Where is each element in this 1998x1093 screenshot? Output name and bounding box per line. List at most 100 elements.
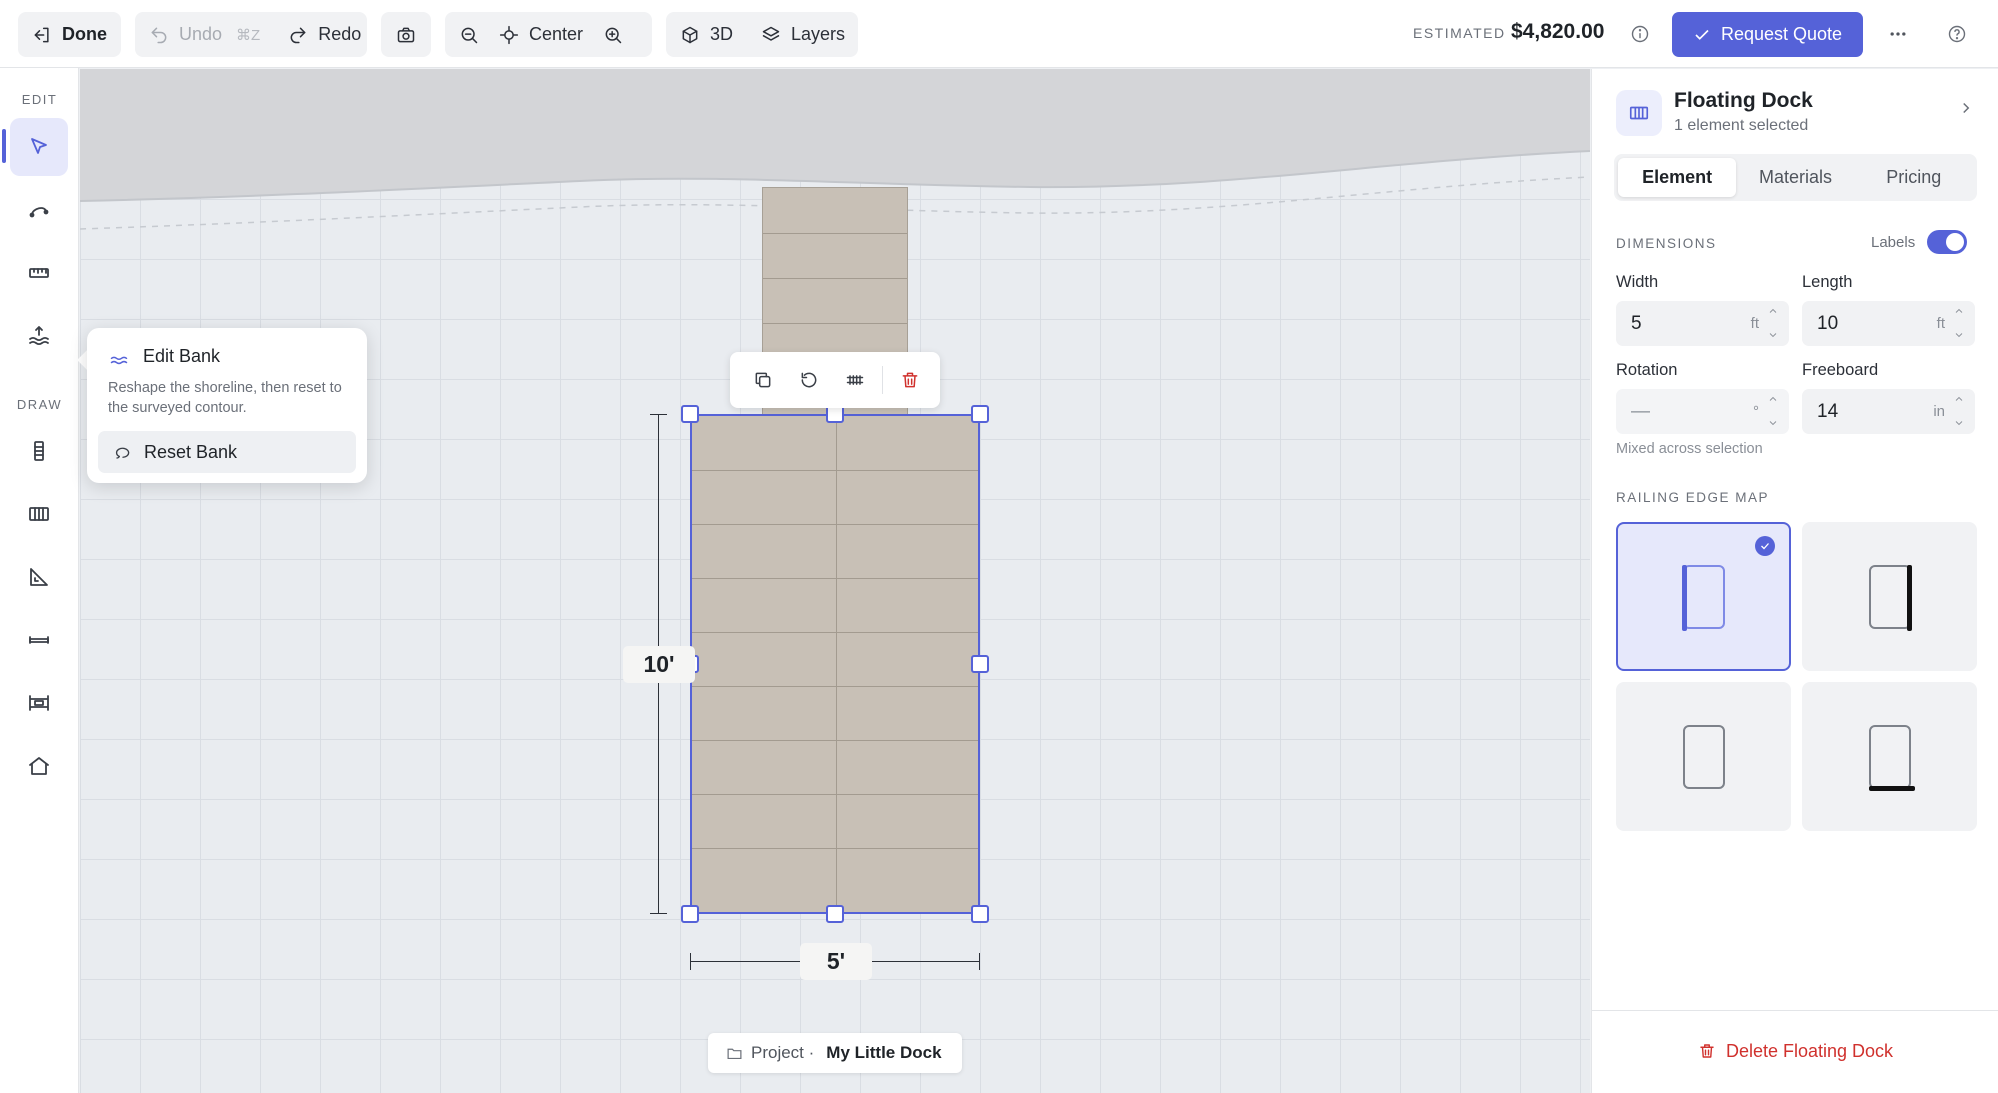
draw-dock-button[interactable] bbox=[10, 485, 68, 543]
delete-element-button[interactable] bbox=[889, 360, 931, 400]
railing-option-none[interactable] bbox=[1616, 682, 1791, 831]
chevron-up-icon[interactable] bbox=[1953, 393, 1965, 405]
undo-button[interactable]: Undo ⌘Z bbox=[135, 12, 274, 57]
delete-floating-dock-button[interactable]: Delete Floating Dock bbox=[1592, 1029, 1998, 1073]
chevron-down-icon[interactable] bbox=[1953, 329, 1965, 341]
select-tool-button[interactable] bbox=[10, 118, 68, 176]
draw-bridge-button[interactable] bbox=[10, 611, 68, 669]
selection-count: 1 element selected bbox=[1674, 117, 1809, 134]
estimated-label: ESTIMATED bbox=[1413, 25, 1506, 41]
camera-group bbox=[381, 12, 431, 57]
info-icon[interactable] bbox=[1630, 24, 1650, 44]
tab-pricing[interactable]: Pricing bbox=[1855, 158, 1973, 197]
edit-bank-tool-button[interactable] bbox=[10, 307, 68, 365]
popover-title: Edit Bank bbox=[143, 346, 221, 366]
width-stepper[interactable] bbox=[1767, 305, 1781, 341]
measure-tool-button[interactable] bbox=[10, 244, 68, 302]
resize-handle-bottom-right[interactable] bbox=[971, 905, 989, 923]
rotate-icon bbox=[801, 372, 817, 388]
chevron-down-icon[interactable] bbox=[1953, 417, 1965, 429]
bridge-icon bbox=[29, 636, 49, 644]
help-icon[interactable] bbox=[1947, 24, 1969, 46]
done-group: Done bbox=[18, 12, 121, 57]
toolbar-divider bbox=[882, 366, 883, 394]
chevron-down-icon[interactable] bbox=[1767, 417, 1779, 429]
labels-toggle[interactable] bbox=[1927, 230, 1967, 254]
railing-option-right[interactable] bbox=[1802, 522, 1977, 671]
zoom-in-icon bbox=[605, 27, 622, 43]
chevron-down-icon[interactable] bbox=[1767, 329, 1779, 341]
railing-option-bottom[interactable] bbox=[1802, 682, 1977, 831]
water-level-icon bbox=[29, 326, 49, 346]
design-canvas[interactable]: 10' 5' Project · My Little Dock bbox=[80, 69, 1590, 1093]
duplicate-button[interactable] bbox=[742, 360, 784, 400]
trash-icon bbox=[1700, 1044, 1714, 1058]
resize-handle-bottom[interactable] bbox=[826, 905, 844, 923]
request-quote-button[interactable]: Request Quote bbox=[1672, 12, 1863, 57]
labels-toggle-label: Labels bbox=[1871, 234, 1916, 251]
center-button[interactable]: Center bbox=[493, 12, 589, 57]
plank-line bbox=[692, 524, 978, 525]
railing-button[interactable] bbox=[834, 360, 876, 400]
rotation-value: — bbox=[1631, 400, 1650, 422]
rotate-button[interactable] bbox=[788, 360, 830, 400]
freeboard-stepper[interactable] bbox=[1953, 393, 1967, 429]
length-label: Length bbox=[1802, 273, 1853, 291]
redo-icon bbox=[290, 27, 306, 43]
length-field[interactable]: 10 ft bbox=[1802, 301, 1975, 346]
ramp-icon bbox=[30, 568, 48, 586]
tab-element[interactable]: Element bbox=[1618, 158, 1737, 197]
house-icon bbox=[29, 757, 49, 775]
railing-option-left[interactable] bbox=[1616, 522, 1791, 671]
project-label: Project · bbox=[751, 1043, 815, 1062]
done-button[interactable]: Done bbox=[18, 12, 121, 57]
railing-section-label: RAILING EDGE MAP bbox=[1616, 490, 1770, 505]
dock-seam bbox=[836, 416, 837, 912]
view-3d-button[interactable]: 3D bbox=[666, 12, 747, 57]
tab-materials[interactable]: Materials bbox=[1736, 158, 1854, 197]
resize-handle-right[interactable] bbox=[971, 655, 989, 673]
panel-title: Floating Dock bbox=[1674, 89, 1813, 112]
zoom-in-button[interactable] bbox=[589, 12, 637, 57]
draw-boathouse-button[interactable] bbox=[10, 737, 68, 795]
folder-icon bbox=[727, 1048, 742, 1059]
freeboard-field[interactable]: 14 in bbox=[1802, 389, 1975, 434]
resize-handle-top-left[interactable] bbox=[681, 405, 699, 423]
project-name: My Little Dock bbox=[826, 1043, 942, 1062]
redo-button[interactable]: Redo bbox=[274, 12, 375, 57]
reset-bank-button[interactable]: Reset Bank bbox=[98, 431, 356, 473]
chevron-up-icon[interactable] bbox=[1953, 305, 1965, 317]
rotation-field[interactable]: — ° bbox=[1616, 389, 1789, 434]
mixed-selection-hint: Mixed across selection bbox=[1616, 441, 1763, 457]
draw-gangway-button[interactable] bbox=[10, 422, 68, 480]
resize-handle-bottom-left[interactable] bbox=[681, 905, 699, 923]
plank-line bbox=[692, 632, 978, 633]
chevron-up-icon[interactable] bbox=[1767, 393, 1779, 405]
reset-bank-label: Reset Bank bbox=[144, 441, 238, 462]
draw-lift-button[interactable] bbox=[10, 674, 68, 732]
length-stepper[interactable] bbox=[1953, 305, 1967, 341]
layers-button[interactable]: Layers bbox=[747, 12, 859, 57]
panel-tabs: Element Materials Pricing bbox=[1614, 154, 1977, 201]
lasso-icon bbox=[115, 447, 130, 459]
rotation-stepper[interactable] bbox=[1767, 393, 1781, 429]
history-group: Undo ⌘Z Redo bbox=[135, 12, 367, 57]
toggle-knob bbox=[1946, 233, 1964, 251]
chevron-up-icon[interactable] bbox=[1767, 305, 1779, 317]
width-label: Width bbox=[1616, 273, 1659, 291]
plank-line bbox=[763, 233, 907, 234]
screenshot-button[interactable] bbox=[396, 12, 416, 57]
selection-toolbar bbox=[730, 352, 940, 408]
more-options-icon[interactable] bbox=[1888, 24, 1910, 46]
draw-ramp-button[interactable] bbox=[10, 548, 68, 606]
chevron-right-icon[interactable] bbox=[1957, 99, 1975, 117]
estimated-value: $4,820.00 bbox=[1511, 20, 1605, 43]
floating-dock-element[interactable] bbox=[690, 414, 980, 914]
width-field[interactable]: 5 ft bbox=[1616, 301, 1789, 346]
resize-handle-top-right[interactable] bbox=[971, 405, 989, 423]
project-breadcrumb[interactable]: Project · My Little Dock bbox=[708, 1033, 962, 1073]
rotation-unit: ° bbox=[1753, 403, 1759, 420]
curve-tool-button[interactable] bbox=[10, 181, 68, 239]
zoom-out-button[interactable] bbox=[445, 12, 493, 57]
view-3d-label: 3D bbox=[710, 24, 734, 44]
